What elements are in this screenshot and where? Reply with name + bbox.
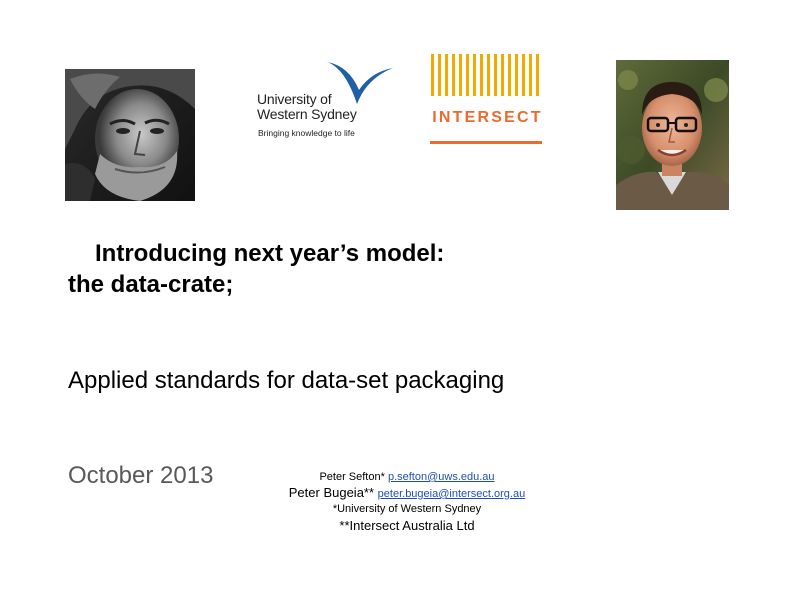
uws-name-line1: University of bbox=[257, 91, 332, 107]
author-name: Peter Sefton* bbox=[319, 471, 385, 483]
intersect-wordmark: INTERSECT bbox=[432, 109, 543, 126]
author-name: Peter Bugeia** bbox=[288, 485, 375, 500]
author-photo-left bbox=[65, 69, 195, 201]
title-slide: University of Western Sydney Bringing kn… bbox=[0, 0, 800, 600]
slide-title-line2: the data-crate; bbox=[68, 271, 234, 298]
portrait-image bbox=[616, 60, 729, 210]
affiliation-line: **Intersect Australia Ltd bbox=[339, 518, 475, 533]
uws-tagline: Bringing knowledge to life bbox=[258, 128, 355, 138]
uws-logo: University of Western Sydney Bringing kn… bbox=[255, 58, 395, 142]
presentation-date: October 2013 bbox=[68, 462, 214, 489]
authors-block: Peter Sefton* p.sefton@uws.edu.au Peter … bbox=[262, 470, 552, 534]
intersect-logo: INTERSECT bbox=[430, 54, 545, 146]
author-email-link[interactable]: p.sefton@uws.edu.au bbox=[388, 471, 495, 483]
author-line: Peter Bugeia** peter.bugeia@intersect.or… bbox=[262, 485, 552, 502]
author-email-link[interactable]: peter.bugeia@intersect.org.au bbox=[378, 488, 526, 500]
author-photo-right bbox=[616, 60, 729, 210]
author-line: Peter Sefton* p.sefton@uws.edu.au bbox=[262, 470, 552, 485]
slide-title-line1: Introducing next year’s model: bbox=[95, 240, 445, 267]
slide-subtitle: Applied standards for data-set packaging bbox=[68, 367, 505, 394]
portrait-image bbox=[65, 69, 195, 201]
affiliation-line: *University of Western Sydney bbox=[332, 503, 482, 515]
intersect-stripes-icon bbox=[430, 54, 542, 144]
uws-name-line2: Western Sydney bbox=[257, 106, 357, 122]
uws-name: University of Western Sydney bbox=[257, 92, 357, 122]
